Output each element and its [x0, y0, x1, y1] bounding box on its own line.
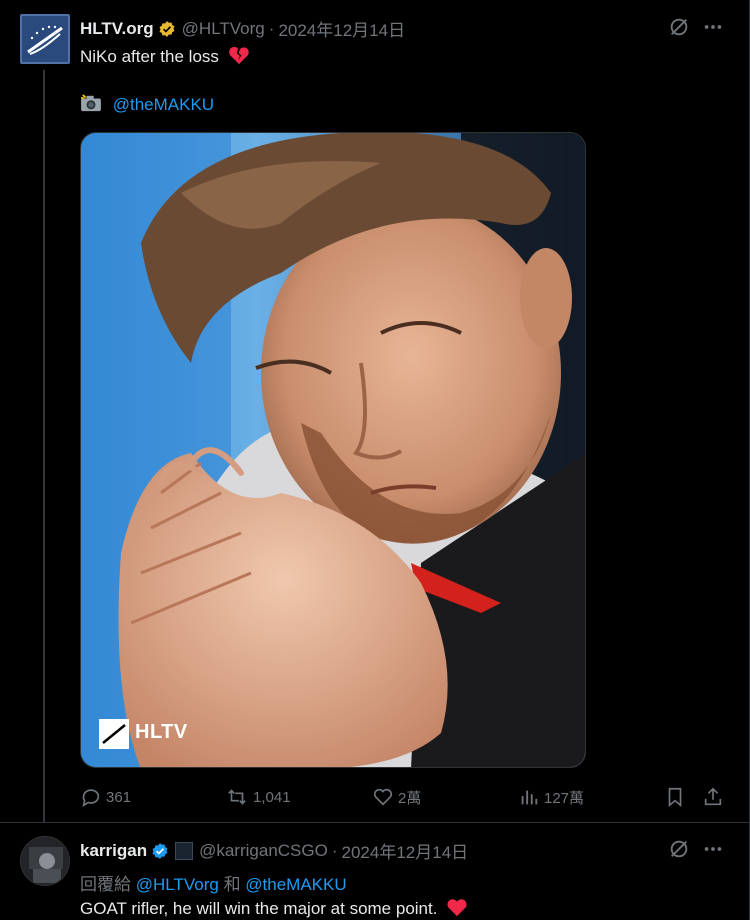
gold-verified-icon	[158, 20, 176, 38]
reply-separator-dot: ·	[331, 840, 338, 860]
like-count: 2萬	[398, 789, 422, 807]
more-options-icon[interactable]	[700, 14, 726, 40]
views-icon	[521, 790, 538, 805]
reply-and: 和	[223, 875, 241, 894]
reply-date[interactable]: 2024年12月14日	[342, 838, 469, 863]
like-button[interactable]: 2萬	[372, 783, 421, 811]
reply-header: karrigan @karriganCSGO · 2024年12月14日	[80, 838, 468, 863]
replying-to-line: 回覆給 @HLTVorg 和 @theMAKKU	[80, 870, 347, 895]
reply-grok-icon[interactable]	[666, 836, 692, 862]
view-count: 127萬	[544, 789, 585, 807]
separator-dot: ·	[268, 18, 275, 38]
reply-count: 361	[106, 788, 132, 806]
blue-verified-icon	[151, 842, 169, 860]
red-heart-icon	[446, 897, 468, 920]
bookmark-button[interactable]	[664, 783, 690, 811]
bookmark-icon	[668, 787, 682, 808]
reply-icon	[82, 789, 100, 807]
niko-photo-illustration	[81, 133, 585, 767]
post-date[interactable]: 2024年12月14日	[278, 16, 405, 41]
reply-body: GOAT rifler, he will win the major at so…	[80, 898, 438, 918]
reply-more-options-icon[interactable]	[700, 836, 726, 862]
broken-heart-icon	[228, 45, 250, 70]
share-icon	[704, 787, 722, 806]
thread-connector-line	[43, 70, 45, 822]
heart-icon	[373, 788, 393, 806]
tweet-body: NiKo after the loss	[80, 46, 219, 66]
post-photo[interactable]: HLTV	[80, 132, 586, 768]
views-button[interactable]: 127萬	[518, 783, 584, 811]
hltv-watermark: HLTV	[135, 721, 188, 743]
post-header: HLTV.org @HLTVorg · 2024年12月14日	[80, 16, 405, 41]
repost-button[interactable]: 1,041	[225, 783, 291, 811]
photo-credit-link[interactable]: @theMAKKU	[113, 95, 214, 114]
reply-prefix: 回覆給	[80, 875, 131, 894]
share-button[interactable]	[702, 783, 728, 811]
reply-author-name[interactable]: karrigan	[80, 841, 147, 861]
reply-mention-makku[interactable]: @theMAKKU	[245, 875, 346, 894]
post-divider	[0, 822, 749, 823]
photo-credit-line: @theMAKKU	[80, 94, 214, 117]
karrigan-avatar[interactable]	[20, 836, 70, 886]
reply-button[interactable]: 361	[80, 783, 131, 811]
hltv-avatar[interactable]	[20, 14, 70, 64]
author-name[interactable]: HLTV.org	[80, 19, 154, 39]
reply-text: GOAT rifler, he will win the major at so…	[80, 897, 468, 920]
tweet-text: NiKo after the loss	[80, 45, 250, 70]
reply-mention-hltv[interactable]: @HLTVorg	[136, 875, 219, 894]
repost-count: 1,041	[253, 788, 291, 806]
affiliate-badge-icon	[175, 841, 194, 860]
timeline-frame: HLTV.org @HLTVorg · 2024年12月14日 NiKo aft…	[0, 0, 750, 920]
camera-flash-icon	[80, 94, 102, 117]
repost-icon	[228, 789, 246, 805]
author-handle[interactable]: @HLTVorg	[182, 19, 265, 39]
reply-author-handle[interactable]: @karriganCSGO	[199, 841, 328, 861]
grok-icon[interactable]	[666, 14, 692, 40]
post-actions-bar: 361 1,041 2萬 127萬	[80, 783, 730, 811]
